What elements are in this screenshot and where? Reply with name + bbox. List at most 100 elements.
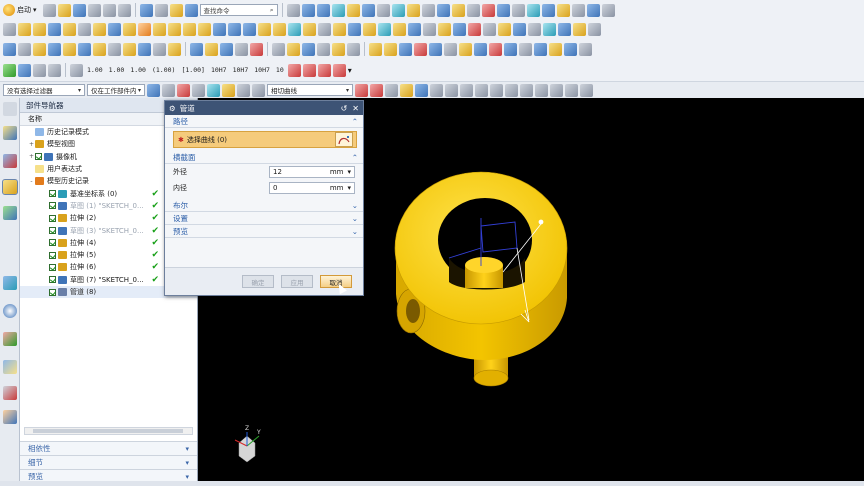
app-menu[interactable]: 启动 ▾ xyxy=(3,4,41,16)
sequence-icon[interactable] xyxy=(168,42,181,56)
intersect-curve-icon[interactable] xyxy=(489,42,502,56)
trim-body-icon[interactable] xyxy=(318,22,331,36)
extract-curve-icon[interactable] xyxy=(534,42,547,56)
label-icon[interactable] xyxy=(302,42,315,56)
feature-curve-icon[interactable] xyxy=(400,83,413,97)
wrap-geometry-icon[interactable] xyxy=(558,22,571,36)
stop-at-intersection-icon[interactable] xyxy=(355,83,368,97)
section-preview-header[interactable]: 预览 ⌄ xyxy=(165,225,363,238)
zoom-icon[interactable] xyxy=(346,3,360,17)
save-icon[interactable] xyxy=(72,3,86,17)
palette-icon[interactable] xyxy=(3,410,17,424)
combine-curve-icon[interactable] xyxy=(504,42,517,56)
curve-rule-select[interactable]: 相切曲线 ▾ xyxy=(267,84,353,96)
diameter-icon[interactable] xyxy=(317,63,331,77)
dimension-icon[interactable] xyxy=(70,63,83,77)
snap-control-icon[interactable] xyxy=(460,83,473,97)
clearance-icon[interactable] xyxy=(153,42,166,56)
select-face-icon[interactable] xyxy=(237,83,250,97)
assembly-navigator-icon[interactable] xyxy=(3,126,17,140)
visibility-checkbox[interactable] xyxy=(49,263,56,271)
cylinder-icon[interactable] xyxy=(168,22,181,36)
section-cross-header[interactable]: 横截面 ⌃ xyxy=(165,151,363,164)
explode-icon[interactable] xyxy=(93,42,106,56)
pocket-icon[interactable] xyxy=(93,22,106,36)
more-features-icon[interactable] xyxy=(588,22,601,36)
snap-intersection-icon[interactable] xyxy=(475,83,488,97)
mirror-feature-icon[interactable] xyxy=(363,22,376,36)
tolerance-style-4[interactable]: (1.00) xyxy=(150,66,177,74)
reset-icon[interactable]: ↺ xyxy=(341,104,348,113)
open-folder-icon[interactable] xyxy=(57,3,71,17)
promote-body-icon[interactable] xyxy=(573,22,586,36)
touch-mode-icon[interactable] xyxy=(169,3,183,17)
part-navigator-icon[interactable] xyxy=(2,179,18,195)
tree-expander-icon[interactable]: - xyxy=(28,178,35,185)
move-component-icon[interactable] xyxy=(63,42,76,56)
offset-curve-icon[interactable] xyxy=(474,42,487,56)
visibility-checkbox[interactable] xyxy=(49,239,56,247)
visibility-checkbox[interactable] xyxy=(49,251,56,259)
datum-plane-icon[interactable] xyxy=(48,22,61,36)
pipe-icon[interactable] xyxy=(190,42,203,56)
patch-icon[interactable] xyxy=(528,22,541,36)
delete-face-icon[interactable] xyxy=(586,3,600,17)
tolerance-style-9[interactable]: 10 xyxy=(274,66,286,74)
fit-view-icon[interactable] xyxy=(331,3,345,17)
sweep-icon[interactable] xyxy=(408,22,421,36)
subtract-icon[interactable] xyxy=(228,22,241,36)
info-icon[interactable] xyxy=(511,3,525,17)
chevron-down-icon[interactable]: ▾ xyxy=(348,66,352,75)
column-name[interactable]: 名称 xyxy=(28,114,42,124)
tolerance-style-3[interactable]: 1.00 xyxy=(128,66,148,74)
tolerance-style-8[interactable]: 10H7 xyxy=(252,66,272,74)
web-browser-icon[interactable] xyxy=(3,276,17,290)
snap-quadrant-icon[interactable] xyxy=(505,83,518,97)
offset-surface-icon[interactable] xyxy=(483,22,496,36)
close-icon[interactable]: ✕ xyxy=(352,104,359,113)
spline-tool-icon[interactable] xyxy=(287,63,301,77)
new-file-icon[interactable] xyxy=(42,3,56,17)
triangle-icon[interactable] xyxy=(272,42,285,56)
through-curves-icon[interactable] xyxy=(423,22,436,36)
selection-filter-select[interactable]: 没有选择过滤器 ▾ xyxy=(3,84,85,96)
edge-blend-icon[interactable] xyxy=(258,22,271,36)
tolerance-style-1[interactable]: 1.00 xyxy=(85,66,105,74)
move-face-icon[interactable] xyxy=(541,3,555,17)
snap-existing-icon[interactable] xyxy=(520,83,533,97)
assembly-icon[interactable] xyxy=(3,42,16,56)
section-path-header[interactable]: 路径 ⌃ xyxy=(165,115,363,128)
tube-icon[interactable] xyxy=(393,22,406,36)
extrude-icon[interactable] xyxy=(18,22,31,36)
symbol-icon[interactable] xyxy=(332,42,345,56)
unite-icon[interactable] xyxy=(213,22,226,36)
thread-icon[interactable] xyxy=(378,22,391,36)
tree-expander-icon[interactable]: + xyxy=(28,153,35,160)
select-target-icon[interactable] xyxy=(177,83,190,97)
select-all-icon[interactable] xyxy=(192,83,205,97)
check-mark-icon[interactable] xyxy=(3,63,16,77)
cut-icon[interactable] xyxy=(87,3,101,17)
visibility-checkbox[interactable] xyxy=(49,288,56,296)
slot-icon[interactable] xyxy=(123,22,136,36)
analysis-icon[interactable] xyxy=(481,3,495,17)
tolerance-style-5[interactable]: [1.00] xyxy=(179,66,206,74)
chevron-down-icon[interactable]: ▾ xyxy=(347,168,351,176)
snap-curve-icon[interactable] xyxy=(535,83,548,97)
gear-icon[interactable]: ⚙ xyxy=(169,104,176,113)
edit-curve-icon[interactable] xyxy=(549,42,562,56)
roles-icon[interactable] xyxy=(3,360,17,374)
show-hide-icon[interactable] xyxy=(436,3,450,17)
boss-icon[interactable] xyxy=(78,22,91,36)
component-icon[interactable] xyxy=(18,42,31,56)
arrangement-icon[interactable] xyxy=(108,42,121,56)
system-scene-icon[interactable] xyxy=(3,386,17,400)
copy-icon[interactable] xyxy=(102,3,116,17)
swept-icon[interactable] xyxy=(438,22,451,36)
visibility-checkbox[interactable] xyxy=(49,202,56,210)
arc-icon[interactable] xyxy=(399,42,412,56)
render-style-icon[interactable] xyxy=(316,3,330,17)
wave-linker-icon[interactable] xyxy=(123,42,136,56)
rotate-icon[interactable] xyxy=(376,3,390,17)
undo-icon[interactable] xyxy=(139,3,153,17)
